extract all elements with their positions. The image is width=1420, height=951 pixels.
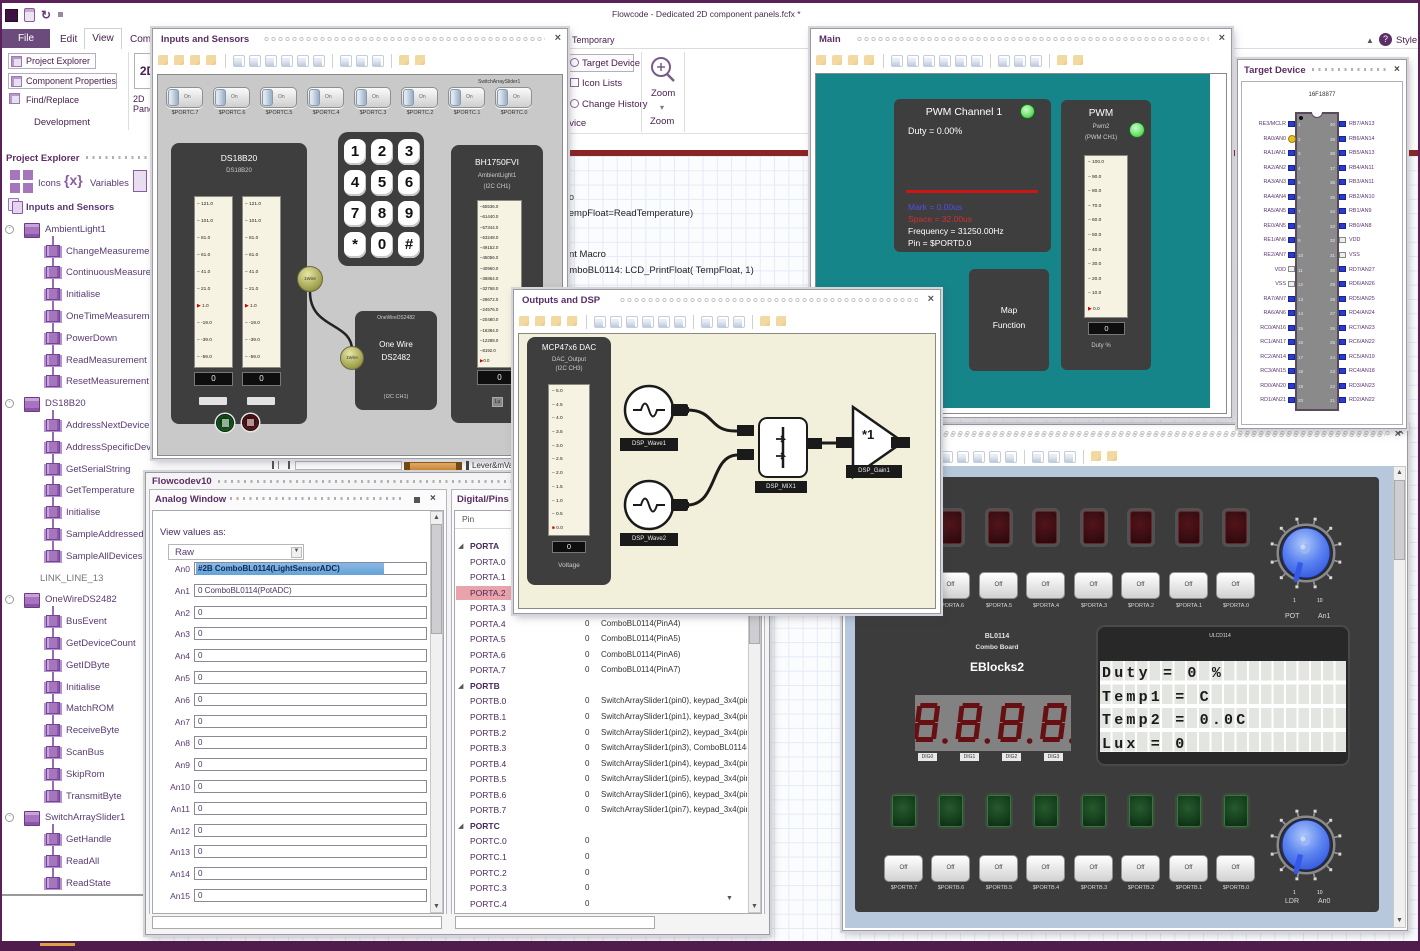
svg-text:*1: *1: [862, 427, 874, 442]
